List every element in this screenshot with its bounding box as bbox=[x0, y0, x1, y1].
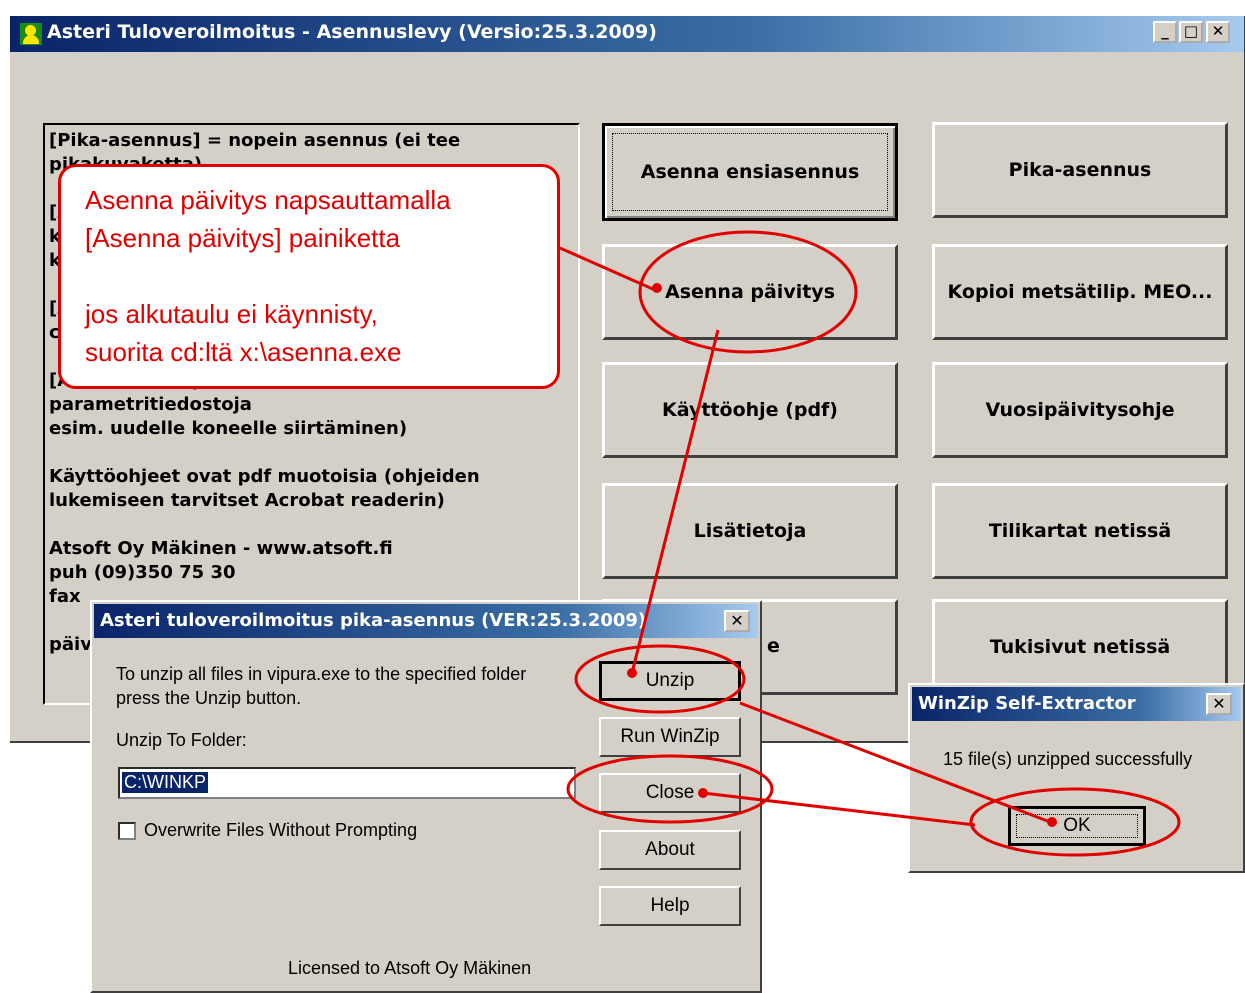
lisatietoja-label: Lisätietoja bbox=[693, 520, 807, 542]
asenna-paivitys-button[interactable]: Asenna päivitys bbox=[602, 244, 898, 340]
maximize-icon[interactable]: □ bbox=[1179, 21, 1203, 43]
help-button[interactable]: Help bbox=[599, 886, 741, 926]
tilikartat-netissa-button[interactable]: Tilikartat netissä bbox=[932, 483, 1228, 579]
close-label: Close bbox=[645, 782, 695, 803]
about-label: About bbox=[645, 839, 695, 860]
close-icon[interactable]: ✕ bbox=[1206, 21, 1230, 43]
pika-asennus-button[interactable]: Pika-asennus bbox=[932, 122, 1228, 218]
unzip-folder-value: C:\WINKP bbox=[122, 772, 209, 793]
callout-line: [Asenna päivitys] painiketta bbox=[85, 223, 401, 253]
winzip-message: 15 file(s) unzipped successfully bbox=[943, 749, 1193, 769]
close-icon[interactable]: ✕ bbox=[724, 610, 750, 632]
run-winzip-button[interactable]: Run WinZip bbox=[599, 717, 741, 757]
unzip-folder-label: Unzip To Folder: bbox=[116, 730, 247, 750]
info-line: esim. uudelle koneelle siirtäminen) bbox=[49, 418, 408, 439]
instruction-callout: Asenna päivitys napsauttamalla [Asenna p… bbox=[58, 164, 560, 389]
unzip-folder-input[interactable]: C:\WINKP bbox=[118, 767, 576, 799]
help-label: Help bbox=[650, 895, 690, 916]
info-line: puh (09)350 75 30 bbox=[49, 562, 236, 583]
tukisivut-netissa-button[interactable]: Tukisivut netissä bbox=[932, 599, 1228, 695]
pika-asennus-dialog: Asteri tuloveroilmoitus pika-asennus (VE… bbox=[90, 600, 762, 993]
vuosipaivitysohje-label: Vuosipäivitysohje bbox=[985, 399, 1175, 421]
kayttoohje-button[interactable]: Käyttöohje (pdf) bbox=[602, 362, 898, 458]
about-button[interactable]: About bbox=[599, 830, 741, 870]
run-winzip-label: Run WinZip bbox=[620, 726, 720, 747]
kayttoohje-label: Käyttöohje (pdf) bbox=[662, 399, 838, 421]
info-line: lukemiseen tarvitset Acrobat readerin) bbox=[49, 490, 445, 511]
unzip-instruction-line2: press the Unzip button. bbox=[116, 688, 302, 708]
winzip-self-extractor-dialog: WinZip Self-Extractor ✕ 15 file(s) unzip… bbox=[908, 683, 1245, 873]
tukisivut-netissa-label: Tukisivut netissä bbox=[989, 636, 1171, 658]
info-line: Atsoft Oy Mäkinen - www.atsoft.fi bbox=[49, 538, 393, 559]
asenna-ensiasennus-button[interactable]: Asenna ensiasennus bbox=[602, 123, 898, 221]
kopioi-metsatilip-label: Kopioi metsätilip. MEO... bbox=[947, 281, 1213, 303]
winzip-title-bar[interactable]: WinZip Self-Extractor ✕ bbox=[912, 687, 1241, 721]
pika-asennus-label: Pika-asennus bbox=[1008, 159, 1152, 181]
unzip-label: Unzip bbox=[645, 670, 695, 691]
pika-dialog-title: Asteri tuloveroilmoitus pika-asennus (VE… bbox=[100, 610, 647, 631]
ok-button[interactable]: OK bbox=[1008, 806, 1146, 846]
info-line: [Pika-asennus] = nopein asennus (ei tee bbox=[49, 130, 461, 151]
license-text: Licensed to Atsoft Oy Mäkinen bbox=[288, 958, 532, 978]
asenna-paivitys-label: Asenna päivitys bbox=[665, 281, 835, 303]
unzip-button[interactable]: Unzip bbox=[599, 661, 741, 701]
callout-line: suorita cd:ltä x:\asenna.exe bbox=[85, 337, 402, 367]
vuosipaivitysohje-button[interactable]: Vuosipäivitysohje bbox=[932, 362, 1228, 458]
close-icon[interactable]: ✕ bbox=[1206, 693, 1232, 715]
kopioi-metsatilip-button[interactable]: Kopioi metsätilip. MEO... bbox=[932, 244, 1228, 340]
lisatietoja-button[interactable]: Lisätietoja bbox=[602, 483, 898, 579]
callout-line: Asenna päivitys napsauttamalla bbox=[85, 185, 451, 215]
info-line: parametritiedostoja bbox=[49, 394, 252, 415]
partially-hidden-label: e bbox=[767, 635, 780, 657]
callout-line: jos alkutaulu ei käynnisty, bbox=[85, 299, 378, 329]
pika-dialog-title-bar[interactable]: Asteri tuloveroilmoitus pika-asennus (VE… bbox=[94, 604, 758, 638]
minimize-icon[interactable]: _ bbox=[1153, 21, 1177, 43]
tilikartat-netissa-label: Tilikartat netissä bbox=[988, 520, 1172, 542]
winzip-title: WinZip Self-Extractor bbox=[918, 693, 1136, 714]
overwrite-checkbox[interactable] bbox=[118, 822, 136, 840]
overwrite-label: Overwrite Files Without Prompting bbox=[144, 820, 418, 840]
info-line: Käyttöohjeet ovat pdf muotoisia (ohjeide… bbox=[49, 466, 480, 487]
close-button[interactable]: Close bbox=[599, 773, 741, 813]
main-title-bar[interactable]: Asteri Tuloveroilmoitus - Asennuslevy (V… bbox=[10, 16, 1244, 52]
unzip-instruction-line1: To unzip all files in vipura.exe to the … bbox=[116, 664, 527, 684]
app-icon bbox=[20, 23, 42, 45]
main-window-title: Asteri Tuloveroilmoitus - Asennuslevy (V… bbox=[47, 21, 657, 43]
